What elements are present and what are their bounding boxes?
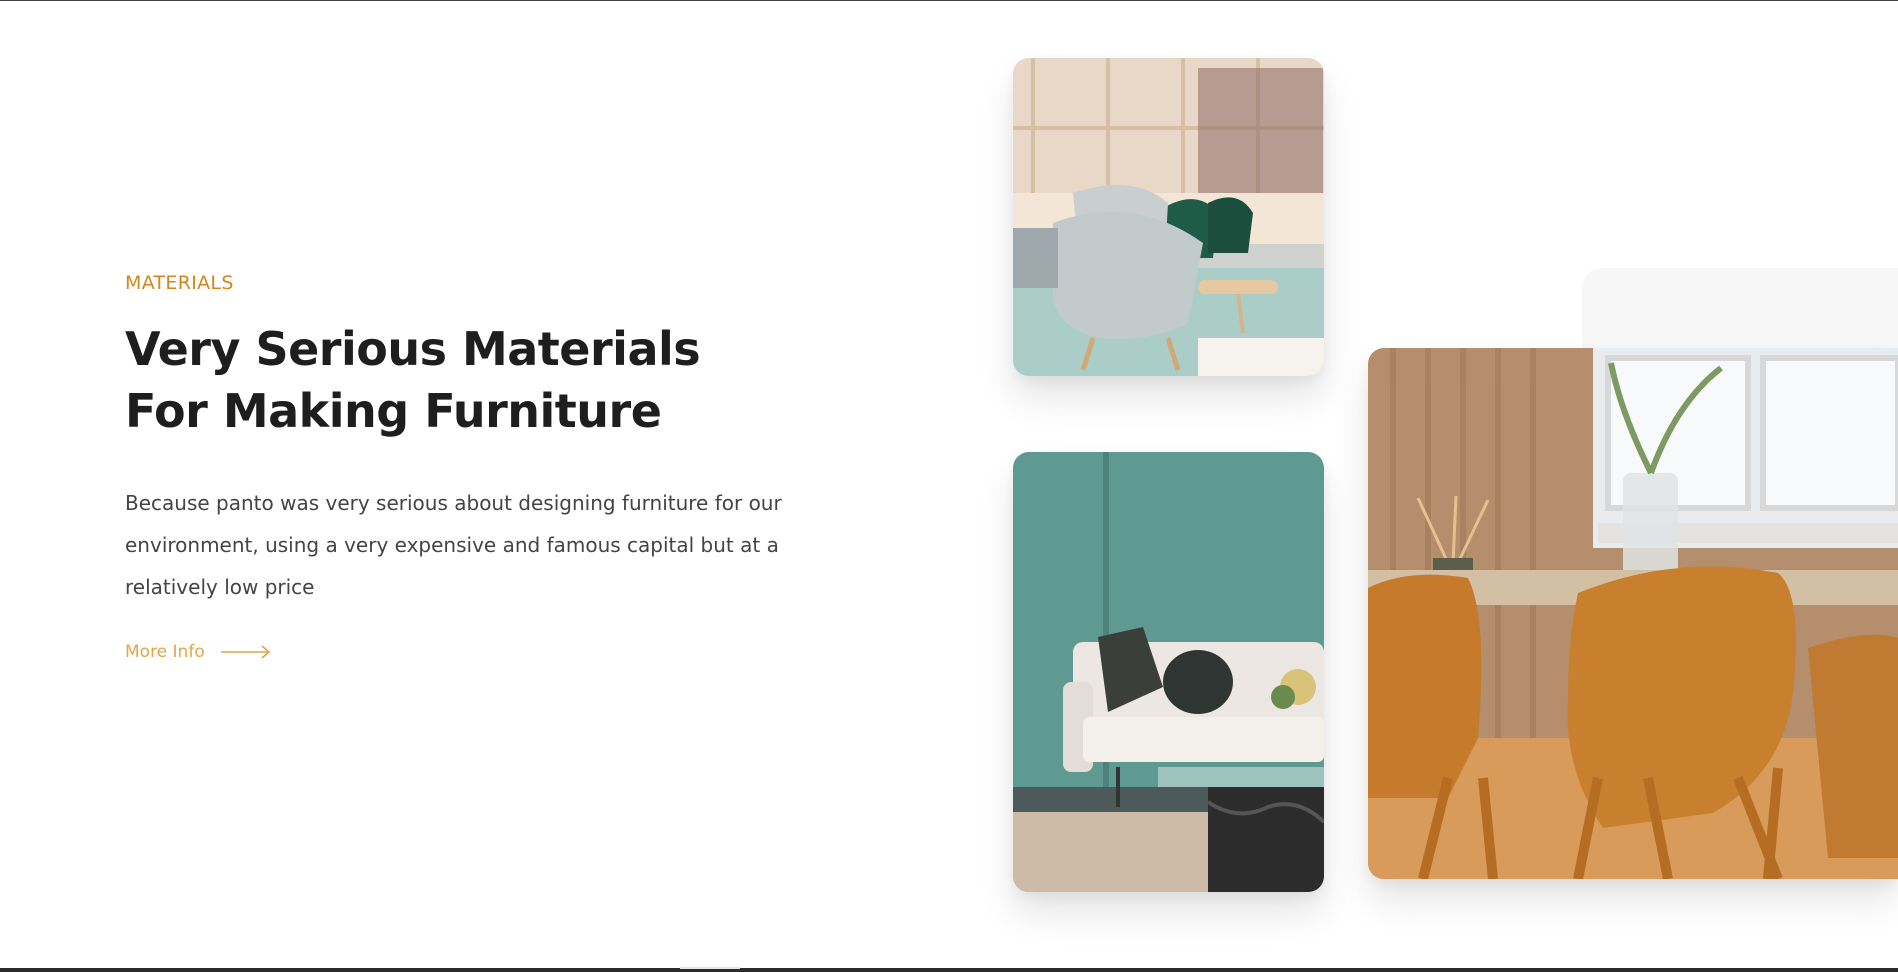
section-description: Because panto was very serious about des… xyxy=(125,491,782,599)
section-title-line-2: For Making Furniture xyxy=(125,384,662,438)
living-room-sofa-photo xyxy=(1013,452,1324,892)
section-eyebrow: MATERIALS xyxy=(125,272,234,294)
more-info-label: More Info xyxy=(125,642,205,662)
arrow-right-icon xyxy=(220,645,270,659)
dining-chairs-photo xyxy=(1368,348,1898,879)
top-border xyxy=(0,0,1898,1)
section-title: Very Serious Materials For Making Furnit… xyxy=(125,318,825,442)
bottom-border xyxy=(0,968,1898,972)
bottom-border-notch xyxy=(680,967,740,969)
section-title-line-1: Very Serious Materials xyxy=(125,322,701,376)
office-chairs-photo xyxy=(1013,58,1324,376)
more-info-link[interactable]: More Info xyxy=(125,642,285,662)
materials-section: MATERIALS Very Serious Materials For Mak… xyxy=(125,270,825,662)
